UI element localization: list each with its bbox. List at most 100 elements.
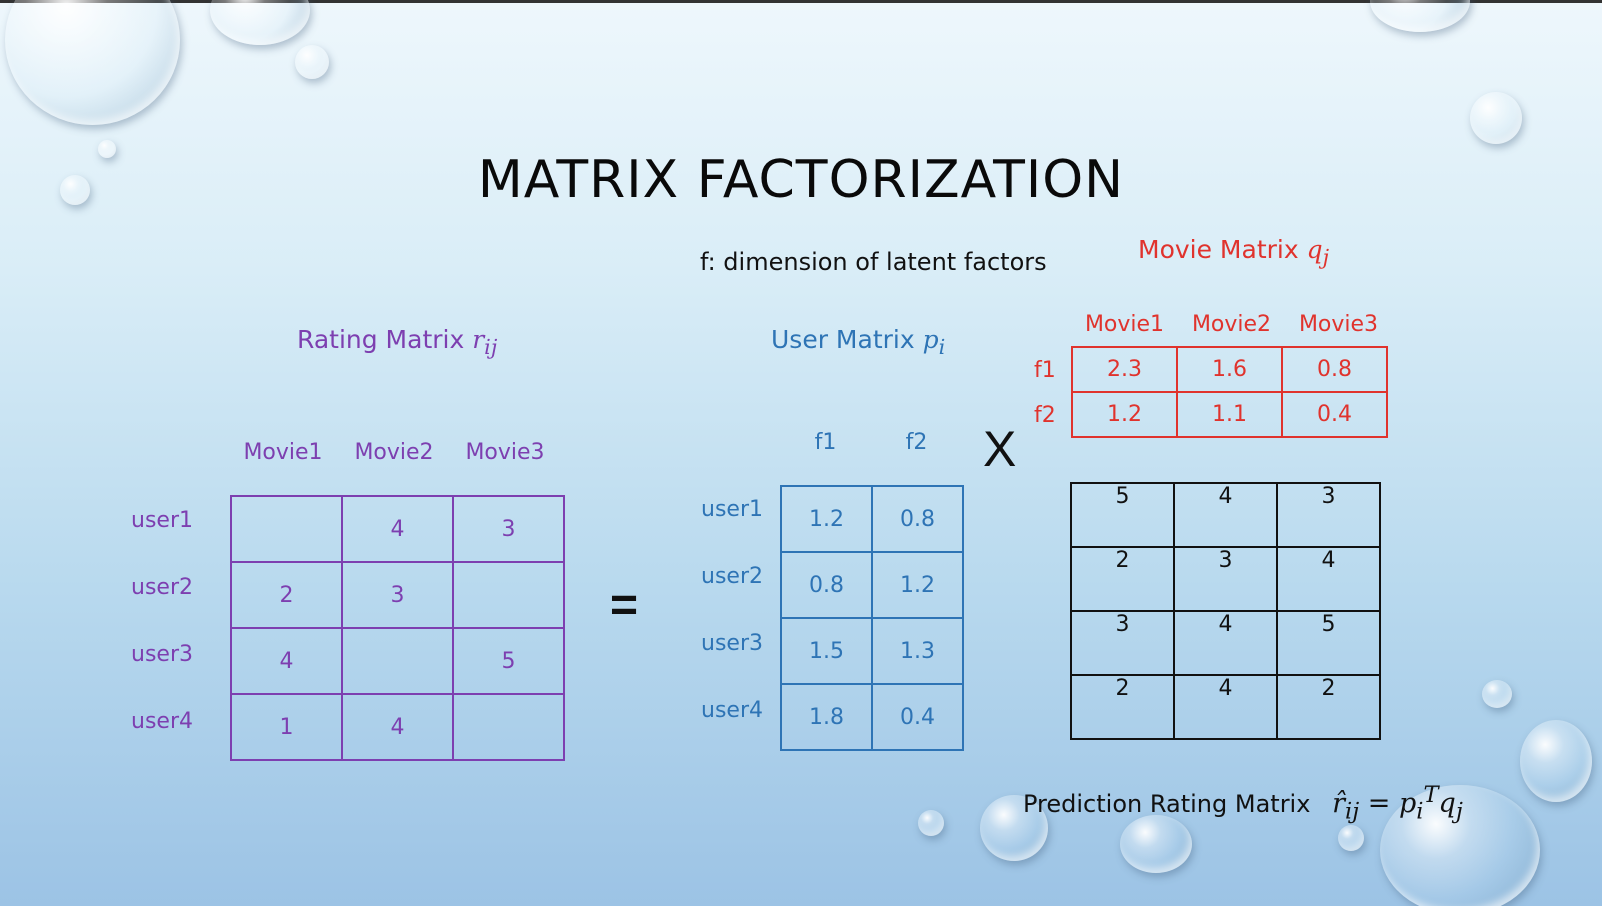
movie-col-header: Movie1 [1084, 312, 1165, 337]
movie-matrix-title: Movie Matrix qj [1138, 235, 1329, 269]
water-drop-icon [295, 45, 329, 79]
movie-matrix-table: 2.3 1.6 0.8 1.2 1.1 0.4 [1071, 346, 1388, 438]
rating-row-label: user3 [131, 642, 193, 667]
user-cell: 0.8 [871, 485, 964, 553]
table-row: 4 3 [230, 495, 565, 563]
rating-cell: 3 [452, 495, 565, 563]
table-row: 1.2 1.1 0.4 [1071, 391, 1388, 438]
prediction-formula: r̂ij = piTqj [1332, 782, 1463, 825]
rating-cell: 4 [230, 627, 343, 695]
rating-matrix-table: 4 3 2 3 4 5 1 4 [230, 495, 565, 761]
rating-cell: 4 [341, 693, 454, 761]
prediction-cell: 5 [1276, 610, 1381, 676]
rating-cell [452, 693, 565, 761]
prediction-cell: 3 [1070, 610, 1175, 676]
table-row: 1.2 0.8 [780, 485, 964, 553]
rating-cell [230, 495, 343, 563]
movie-row-label: f2 [1034, 403, 1056, 428]
movie-matrix-symbol: qj [1306, 235, 1330, 269]
prediction-cell: 2 [1276, 674, 1381, 740]
water-drop-icon [1338, 825, 1364, 851]
table-row: 2 3 4 [1070, 546, 1381, 612]
rating-cell [341, 627, 454, 695]
movie-cell: 2.3 [1071, 346, 1178, 393]
rating-matrix-title: Rating Matrix rij [297, 325, 497, 359]
user-cell: 1.5 [780, 617, 873, 685]
prediction-cell: 4 [1173, 610, 1278, 676]
times-operator: X [983, 421, 1017, 477]
water-drop-icon [1370, 0, 1470, 32]
table-row: 2 3 [230, 561, 565, 629]
prediction-matrix-title: Prediction Rating Matrix [1023, 790, 1311, 818]
table-row: 1 4 [230, 693, 565, 761]
water-drop-icon [1482, 680, 1512, 708]
prediction-cell: 4 [1276, 546, 1381, 612]
user-matrix-title-text: User Matrix [771, 325, 915, 354]
user-row-label: user4 [701, 698, 763, 723]
rating-matrix-title-text: Rating Matrix [297, 325, 465, 354]
page-title: MATRIX FACTORIZATION [477, 150, 1125, 210]
rating-row-label: user2 [131, 575, 193, 600]
table-row: 2 4 2 [1070, 674, 1381, 740]
slide: MATRIX FACTORIZATION f: dimension of lat… [0, 0, 1602, 906]
table-row: 4 5 [230, 627, 565, 695]
movie-col-header: Movie3 [1298, 312, 1379, 337]
movie-matrix-title-text: Movie Matrix [1138, 235, 1299, 264]
water-drop-icon [918, 810, 944, 836]
table-row: 1.8 0.4 [780, 683, 964, 751]
user-matrix-title: User Matrix pi [771, 325, 945, 359]
rating-matrix-symbol: rij [472, 325, 498, 359]
movie-cell: 0.8 [1281, 346, 1388, 393]
movie-col-header: Movie2 [1191, 312, 1272, 337]
prediction-cell: 3 [1276, 482, 1381, 548]
rating-cell [452, 561, 565, 629]
user-row-label: user3 [701, 631, 763, 656]
prediction-cell: 2 [1070, 674, 1175, 740]
movie-cell: 0.4 [1281, 391, 1388, 438]
prediction-cell: 5 [1070, 482, 1175, 548]
user-col-header: f1 [814, 430, 837, 455]
prediction-cell: 4 [1173, 674, 1278, 740]
rating-row-label: user4 [131, 709, 193, 734]
rating-col-header: Movie3 [465, 440, 545, 465]
user-matrix-table: 1.2 0.8 0.8 1.2 1.5 1.3 1.8 0.4 [780, 485, 964, 751]
user-row-label: user2 [701, 564, 763, 589]
prediction-matrix-table: 5 4 3 2 3 4 3 4 5 2 4 2 [1070, 482, 1381, 740]
user-matrix-symbol: pi [922, 325, 946, 359]
table-row: 3 4 5 [1070, 610, 1381, 676]
user-cell: 1.2 [871, 551, 964, 619]
table-row: 0.8 1.2 [780, 551, 964, 619]
rating-cell: 2 [230, 561, 343, 629]
user-cell: 1.2 [780, 485, 873, 553]
user-col-header: f2 [905, 430, 928, 455]
water-drop-icon [1470, 92, 1522, 144]
rating-cell: 5 [452, 627, 565, 695]
table-row: 1.5 1.3 [780, 617, 964, 685]
water-drop-icon [210, 0, 310, 45]
movie-cell: 1.1 [1176, 391, 1283, 438]
movie-row-label: f1 [1034, 358, 1056, 383]
user-cell: 0.4 [871, 683, 964, 751]
prediction-matrix-caption: Prediction Rating Matrix r̂ij = piTqj [1023, 782, 1463, 824]
water-drop-icon [1520, 720, 1592, 802]
rating-cell: 4 [341, 495, 454, 563]
prediction-cell: 2 [1070, 546, 1175, 612]
movie-cell: 1.2 [1071, 391, 1178, 438]
prediction-cell: 3 [1173, 546, 1278, 612]
subtitle: f: dimension of latent factors [700, 248, 1047, 276]
prediction-cell: 4 [1173, 482, 1278, 548]
user-cell: 1.3 [871, 617, 964, 685]
water-drop-icon [5, 0, 180, 125]
equals-operator: = [610, 579, 639, 632]
movie-cell: 1.6 [1176, 346, 1283, 393]
user-cell: 1.8 [780, 683, 873, 751]
rating-col-header: Movie2 [354, 440, 434, 465]
rating-cell: 3 [341, 561, 454, 629]
user-cell: 0.8 [780, 551, 873, 619]
table-row: 5 4 3 [1070, 482, 1381, 548]
table-row: 2.3 1.6 0.8 [1071, 346, 1388, 393]
rating-cell: 1 [230, 693, 343, 761]
user-row-label: user1 [701, 497, 763, 522]
rating-col-header: Movie1 [243, 440, 323, 465]
rating-row-label: user1 [131, 508, 193, 533]
